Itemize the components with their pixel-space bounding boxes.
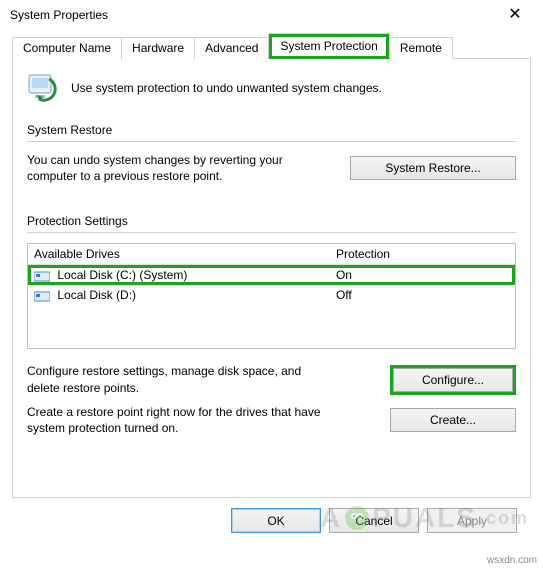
drive-icon [34,270,50,282]
tab-advanced[interactable]: Advanced [194,37,269,59]
configure-description: Configure restore settings, manage disk … [27,363,327,395]
column-header-drives[interactable]: Available Drives [28,244,330,265]
system-protection-icon [27,71,61,105]
section-system-restore-label: System Restore [27,123,516,137]
tab-remote[interactable]: Remote [389,37,453,59]
intro-text: Use system protection to undo unwanted s… [71,81,382,95]
system-restore-row: You can undo system changes by reverting… [27,152,516,184]
tab-hardware[interactable]: Hardware [121,37,195,59]
drive-protection-value: Off [330,285,515,305]
cancel-button[interactable]: Cancel [329,508,419,533]
intro-row: Use system protection to undo unwanted s… [27,71,516,105]
drive-label: Local Disk (C:) (System) [57,268,187,282]
source-url: wsxdn.com [487,555,537,566]
create-button[interactable]: Create... [390,408,516,432]
configure-button[interactable]: Configure... [393,368,513,392]
tab-system-protection-label: System Protection [272,37,385,56]
drive-icon [34,290,50,302]
tab-row: Computer Name Hardware Advanced System P… [12,34,531,58]
system-properties-window: System Properties ✕ Computer Name Hardwa… [0,0,543,558]
highlight-configure-button: Configure... [390,365,516,395]
drives-table: Available Drives Protection [28,244,515,305]
column-header-protection[interactable]: Protection [330,244,515,265]
drives-list[interactable]: Available Drives Protection [27,243,516,349]
configure-row: Configure restore settings, manage disk … [27,363,516,395]
dialog-button-row: OK Cancel Apply [12,498,531,537]
divider [27,141,516,142]
tab-page-system-protection: Use system protection to undo unwanted s… [12,58,531,498]
divider [27,232,516,233]
apply-button[interactable]: Apply [427,508,517,533]
close-button[interactable]: ✕ [495,0,535,30]
dialog-client-area: Computer Name Hardware Advanced System P… [0,30,543,547]
ok-button[interactable]: OK [231,508,321,533]
section-protection-settings-label: Protection Settings [27,214,516,228]
system-restore-description: You can undo system changes by reverting… [27,152,327,184]
drive-protection-value: On [330,265,515,285]
table-row[interactable]: Local Disk (C:) (System) On [28,265,515,285]
system-restore-button[interactable]: System Restore... [350,156,516,180]
titlebar: System Properties ✕ [0,0,543,30]
tab-computer-name[interactable]: Computer Name [12,37,122,59]
create-row: Create a restore point right now for the… [27,404,516,436]
create-description: Create a restore point right now for the… [27,404,327,436]
tab-system-protection[interactable]: System Protection [268,33,389,59]
highlight-tab-system-protection: System Protection [269,34,388,59]
drive-label: Local Disk (D:) [57,288,136,302]
window-title: System Properties [10,8,108,22]
table-row[interactable]: Local Disk (D:) Off [28,285,515,305]
